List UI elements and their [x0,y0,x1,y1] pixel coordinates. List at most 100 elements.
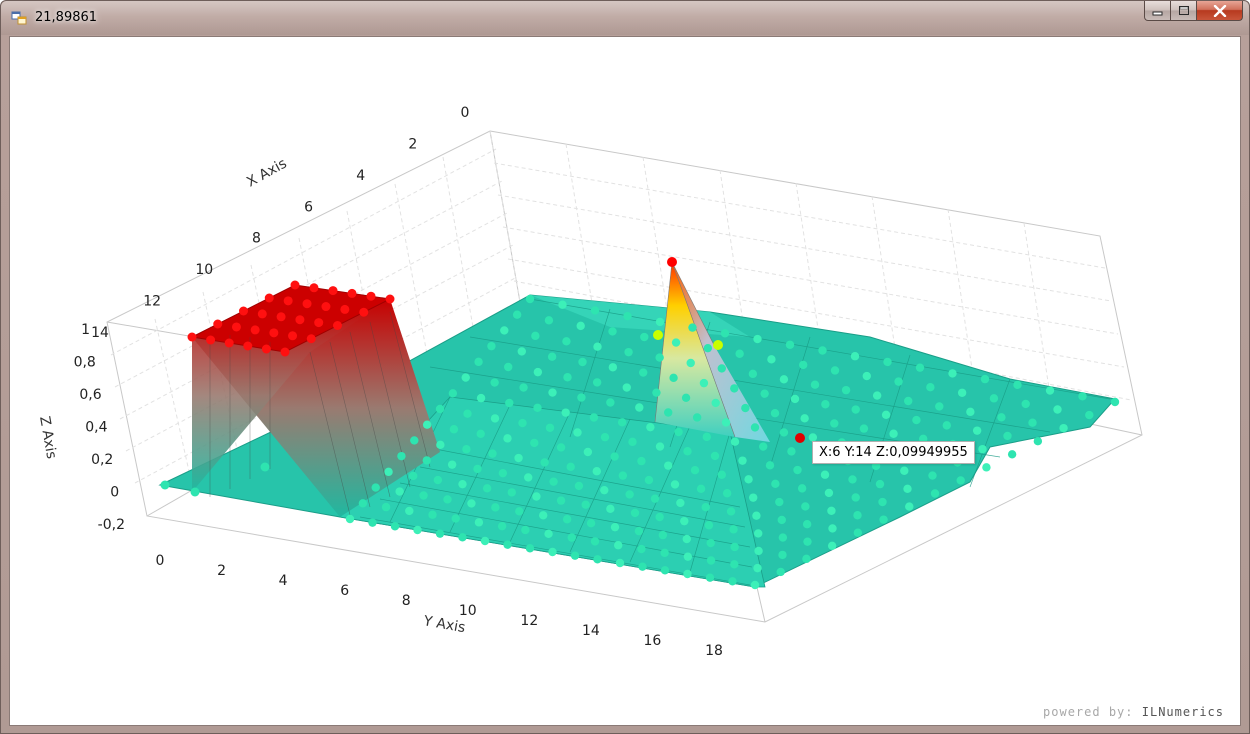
sample-point [306,334,316,344]
sample-point [467,499,476,508]
sample-point [556,443,566,452]
sample-point [729,525,738,534]
sample-point [476,393,486,403]
sample-point [699,378,709,388]
y-tick-2: 4 [279,573,288,589]
sample-point [390,522,400,531]
sample-point [544,529,553,538]
sample-point [371,483,380,492]
sample-point [480,536,490,546]
sample-point [490,414,500,423]
surface-plot[interactable]: 0 2 4 6 8 10 12 14 0 2 4 6 8 10 12 14 16 18 1 0,8 0,6 0,4 0,2 0… [10,37,1241,726]
sample-point [717,470,726,479]
close-icon [1213,4,1226,17]
sample-point [827,506,836,516]
sample-point [288,331,298,341]
sample-point [160,480,170,490]
sample-point [848,475,857,484]
sample-point [1021,399,1030,409]
sample-point [419,491,428,500]
sample-point [260,462,270,472]
sample-point [410,436,419,445]
sample-point [422,420,432,429]
x-tick-6: 12 [143,294,161,310]
sample-point [905,502,914,511]
sample-point [800,414,809,423]
sample-point [872,391,882,400]
sample-point [474,357,483,367]
sample-point [422,456,431,465]
sample-point [451,514,460,523]
close-button[interactable] [1197,1,1243,21]
sample-point [443,495,452,504]
sample-point [803,537,812,546]
sample-point [1078,392,1087,401]
sample-point [561,408,570,417]
sample-point [321,302,331,312]
z-tick-3: 0,4 [85,420,107,436]
sample-point [889,429,898,438]
sample-point [435,529,445,538]
sample-point [482,484,492,493]
y-tick-4: 8 [402,593,411,609]
x-tick-1: 2 [408,136,417,152]
sample-point [634,526,644,536]
sample-point [728,577,737,586]
sample-point [646,422,655,432]
sample-point [799,360,808,370]
sample-point [261,344,271,354]
sample-point [748,369,758,379]
sample-point [704,521,714,530]
sample-point [926,382,935,392]
sample-point [686,358,695,368]
sample-point [405,506,414,516]
sample-point [366,291,376,301]
sample-point [547,352,557,361]
app-window-icon[interactable] [11,10,27,26]
sample-point [655,317,665,327]
sample-point [264,293,274,303]
z-tick-1: 0,8 [74,355,96,371]
sample-point [545,423,555,432]
minimize-button[interactable] [1144,1,1171,21]
sample-point [753,563,762,573]
sample-point [655,353,664,362]
sample-point [680,516,689,526]
title-bar[interactable]: 21,89861 [1,1,1249,35]
sample-point [231,322,241,332]
sample-point [333,321,342,330]
sample-point [1085,410,1094,420]
maximize-button[interactable] [1171,1,1197,21]
sample-point [314,318,324,328]
z-tick-2: 0,6 [79,387,101,403]
plot-panel[interactable]: 0 2 4 6 8 10 12 14 0 2 4 6 8 10 12 14 16 18 1 0,8 0,6 0,4 0,2 0… [9,36,1241,726]
highlight-point[interactable] [795,433,805,443]
sample-point [257,309,267,319]
sample-point [531,331,540,341]
sample-point [224,338,234,348]
sample-point [592,467,601,476]
sample-point [640,332,649,342]
sample-point [972,426,982,435]
y-tick-3: 6 [340,583,349,599]
sample-point [381,502,391,512]
sample-point [548,388,557,397]
x-axis-label: X Axis [244,156,289,191]
sample-point [618,471,628,480]
sample-point [730,542,739,552]
sample-point [269,328,279,338]
sample-point [617,418,627,427]
sample-point [562,515,572,524]
sample-point [778,550,787,560]
sample-point [904,396,913,406]
x-tick-2: 4 [356,168,365,184]
sample-point [688,323,697,332]
sample-point [593,342,602,351]
sample-point [498,468,508,478]
sample-point [532,492,541,501]
sample-point [660,548,669,558]
sample-point [721,418,731,427]
sample-point [706,538,715,548]
sample-point [395,487,404,496]
sample-point [859,424,869,433]
